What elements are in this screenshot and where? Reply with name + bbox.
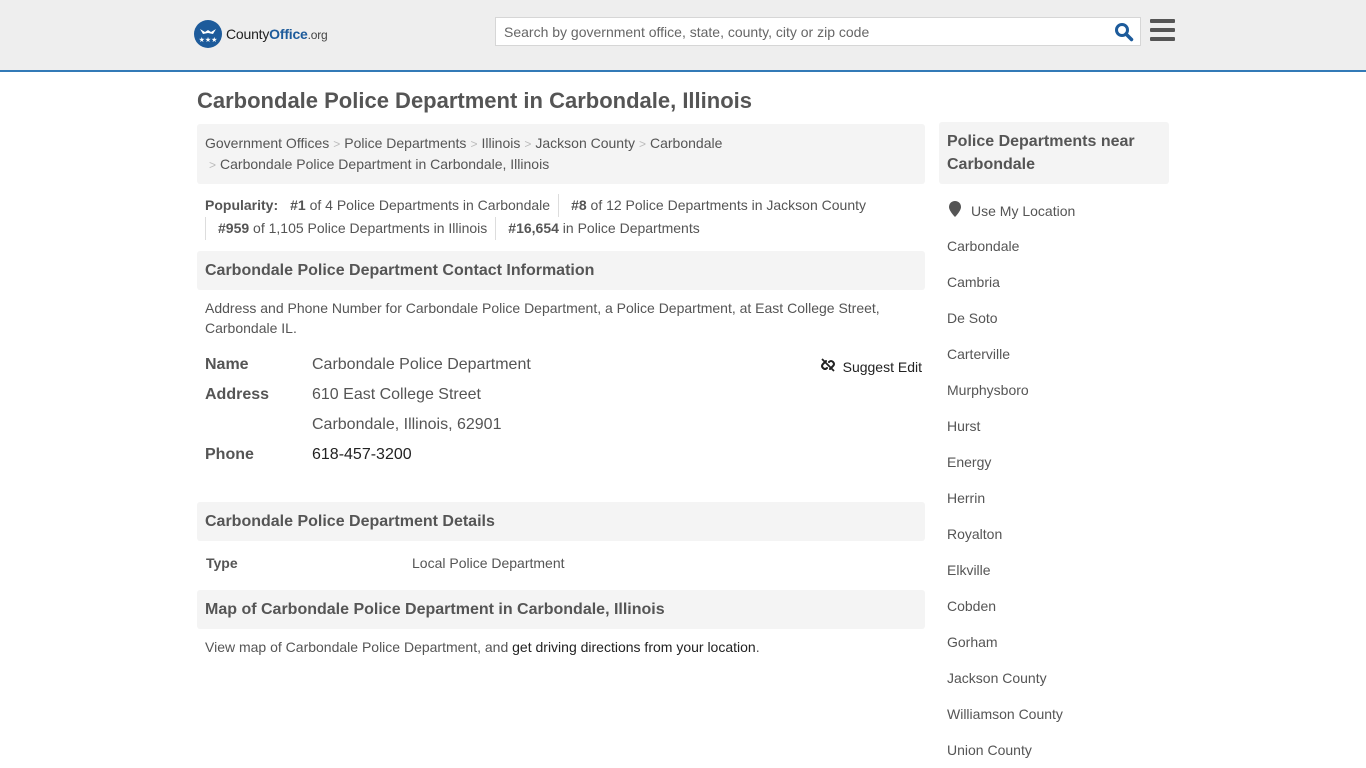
nearby-item: Murphysboro	[947, 372, 1161, 408]
nearby-link[interactable]: Elkville	[947, 562, 991, 578]
nearby-item: Jackson County	[947, 660, 1161, 696]
nearby-item: De Soto	[947, 300, 1161, 336]
search-icon[interactable]	[1114, 22, 1134, 42]
popularity-item: #959 of 1,105 Police Departments in Illi…	[205, 217, 495, 240]
breadcrumb-illinois[interactable]: Illinois	[481, 135, 520, 151]
address-line-2: Carbondale, Illinois, 62901	[312, 416, 502, 433]
name-row: Name Carbondale Police Department	[205, 356, 531, 373]
sidebar-heading: Police Departments near Carbondale	[939, 122, 1169, 184]
sidebar: Police Departments near Carbondale Use M…	[939, 122, 1169, 768]
details-heading: Carbondale Police Department Details	[197, 502, 925, 541]
nearby-item: Herrin	[947, 480, 1161, 516]
breadcrumb-government-offices[interactable]: Government Offices	[205, 135, 329, 151]
nearby-list: Carbondale Cambria De Soto Carterville M…	[939, 220, 1169, 768]
nearby-item: Gorham	[947, 624, 1161, 660]
nearby-link[interactable]: Herrin	[947, 490, 985, 506]
nearby-item: Elkville	[947, 552, 1161, 588]
nearby-link[interactable]: Royalton	[947, 526, 1002, 542]
nearby-link[interactable]: Cambria	[947, 274, 1000, 290]
map-heading: Map of Carbondale Police Department in C…	[197, 590, 925, 629]
logo-text: CountyOffice.org	[226, 26, 328, 42]
address-row: Address 610 East College Street	[205, 386, 481, 403]
popularity-item: #16,654 in Police Departments	[495, 217, 707, 240]
main-content: Government Offices > Police Departments > Il…	[197, 124, 925, 655]
nearby-link[interactable]: Energy	[947, 454, 991, 470]
suggest-edit[interactable]: Suggest Edit	[820, 357, 922, 376]
address-line-1: 610 East College Street	[312, 386, 481, 403]
page-title: Carbondale Police Department in Carbonda…	[197, 88, 752, 113]
svg-text:★★★: ★★★	[199, 36, 218, 44]
nearby-link[interactable]: Carbondale	[947, 238, 1019, 254]
top-header: ★★★ CountyOffice.org	[0, 0, 1366, 72]
use-my-location-link[interactable]: Use My Location	[971, 203, 1075, 219]
popularity-item: #1 of 4 Police Departments in Carbondale	[290, 197, 551, 213]
breadcrumb-current: Carbondale Police Department in Carbonda…	[220, 156, 550, 172]
breadcrumb-jackson-county[interactable]: Jackson County	[535, 135, 635, 151]
popularity-label: Popularity:	[205, 197, 279, 213]
nearby-item: Williamson County	[947, 696, 1161, 732]
nearby-link[interactable]: Jackson County	[947, 670, 1047, 686]
hamburger-menu-icon[interactable]	[1150, 19, 1175, 42]
nearby-item: Royalton	[947, 516, 1161, 552]
nearby-link[interactable]: Murphysboro	[947, 382, 1029, 398]
map-marker-icon	[949, 201, 961, 220]
nearby-item: Energy	[947, 444, 1161, 480]
breadcrumb-separator: >	[333, 137, 341, 151]
contact-description: Address and Phone Number for Carbondale …	[205, 300, 880, 336]
eagle-stars-logo-icon: ★★★	[194, 20, 222, 48]
contact-heading: Carbondale Police Department Contact Inf…	[197, 251, 925, 290]
phone-row: Phone 618-457-3200	[205, 446, 412, 463]
nearby-link[interactable]: Hurst	[947, 418, 980, 434]
nearby-item: Carterville	[947, 336, 1161, 372]
use-my-location[interactable]: Use My Location	[939, 184, 1169, 220]
nearby-link[interactable]: De Soto	[947, 310, 998, 326]
nearby-link[interactable]: Cobden	[947, 598, 996, 614]
phone-link[interactable]: 618-457-3200	[312, 446, 412, 463]
breadcrumb-separator: >	[638, 137, 646, 151]
popularity: Popularity: #1 of 4 Police Departments in…	[197, 184, 925, 240]
department-name: Carbondale Police Department	[312, 356, 531, 373]
search-box	[495, 17, 1141, 46]
search-input[interactable]	[496, 18, 1106, 45]
nearby-link[interactable]: Carterville	[947, 346, 1010, 362]
unlink-icon	[820, 357, 836, 376]
nearby-item: Cobden	[947, 588, 1161, 624]
contact-info: Suggest Edit Name Carbondale Police Depar…	[197, 350, 925, 470]
nearby-item: Cambria	[947, 264, 1161, 300]
address-row-2: Carbondale, Illinois, 62901	[205, 410, 917, 440]
nearby-item: Hurst	[947, 408, 1161, 444]
suggest-edit-link[interactable]: Suggest Edit	[843, 359, 922, 375]
nearby-item: Carbondale	[947, 228, 1161, 264]
nearby-link[interactable]: Gorham	[947, 634, 998, 650]
nearby-link[interactable]: Union County	[947, 742, 1032, 758]
nearby-item: Union County	[947, 732, 1161, 768]
breadcrumb-carbondale[interactable]: Carbondale	[650, 135, 722, 151]
breadcrumb-police-departments[interactable]: Police Departments	[344, 135, 466, 151]
breadcrumb-separator: >	[209, 158, 217, 172]
breadcrumb-separator: >	[524, 137, 532, 151]
popularity-item: #8 of 12 Police Departments in Jackson C…	[558, 194, 874, 217]
nearby-link[interactable]: Williamson County	[947, 706, 1063, 722]
driving-directions-link[interactable]: get driving directions from your locatio…	[512, 639, 756, 655]
breadcrumb-separator: >	[470, 137, 478, 151]
site-logo[interactable]: ★★★ CountyOffice.org	[194, 20, 328, 48]
map-text: View map of Carbondale Police Department…	[205, 639, 760, 655]
type-row: Type Local Police Department	[206, 555, 565, 571]
type-value: Local Police Department	[412, 555, 565, 571]
breadcrumb: Government Offices > Police Departments > Il…	[197, 124, 925, 184]
